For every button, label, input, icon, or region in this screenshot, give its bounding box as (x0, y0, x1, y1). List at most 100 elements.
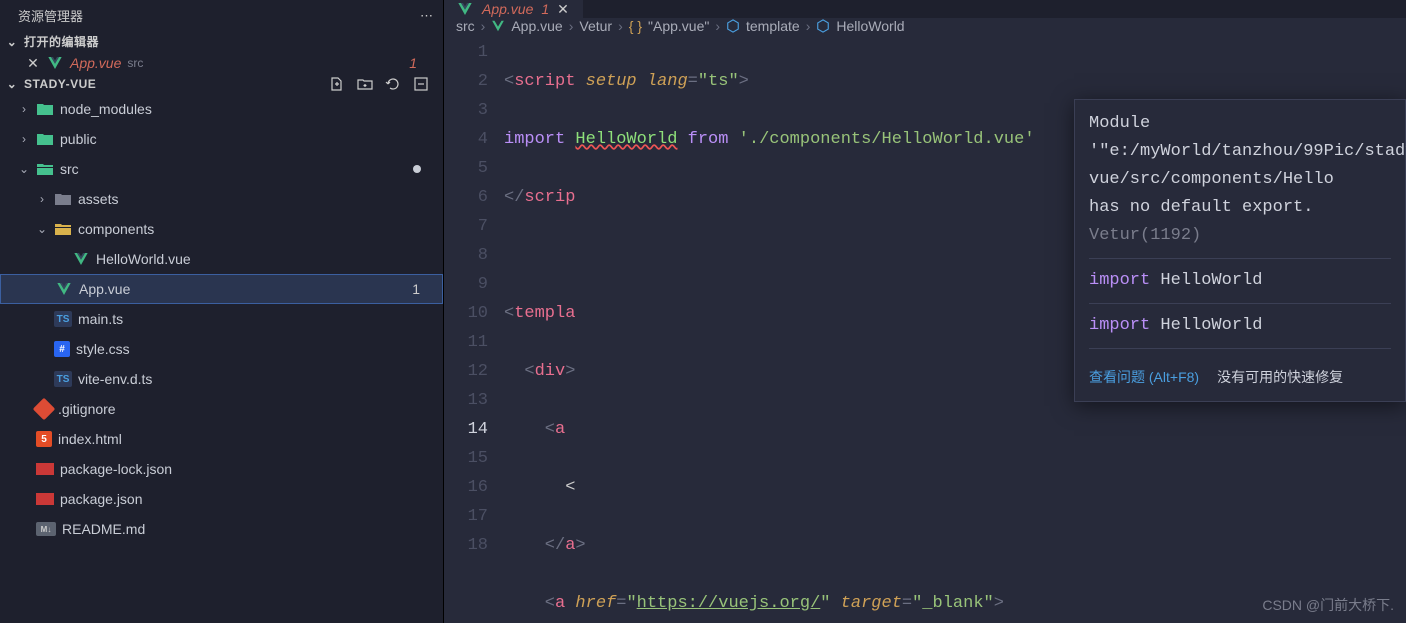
tree-gitignore[interactable]: ›.gitignore (0, 394, 443, 424)
vue-icon (456, 0, 474, 18)
tree-components[interactable]: ⌄components (0, 214, 443, 244)
open-editor-filename: App.vue (70, 55, 121, 71)
tree-label: HelloWorld.vue (96, 251, 191, 267)
project-actions (329, 76, 439, 92)
explorer-title: 资源管理器 (18, 6, 83, 25)
chevron-right-icon: › (18, 132, 30, 146)
chevron-right-icon: › (569, 18, 574, 34)
breadcrumb-seg[interactable]: Vetur (579, 18, 612, 34)
breadcrumb-seg[interactable]: src (456, 18, 475, 34)
tree-appvue[interactable]: ›App.vue1 (0, 274, 443, 304)
tab-appvue[interactable]: App.vue 1 ✕ (444, 0, 584, 18)
tab-filename: App.vue (482, 1, 533, 17)
close-icon[interactable]: ✕ (26, 55, 40, 72)
chevron-right-icon: › (36, 192, 48, 206)
folder-icon (54, 190, 72, 208)
suggestion-item[interactable]: import HelloWorld (1089, 312, 1391, 340)
chevron-right-icon: › (715, 18, 720, 34)
open-editor-dir: src (127, 56, 143, 70)
new-folder-icon[interactable] (357, 76, 373, 92)
separator (1089, 303, 1391, 304)
tree-readme[interactable]: ›M↓README.md (0, 514, 443, 544)
symbol-icon (816, 19, 830, 33)
error-message: has no default export. Vetur(1192) (1089, 194, 1391, 250)
error-message: Module '"e:/myWorld/tanzhou/99Pic/stady-… (1089, 110, 1391, 194)
vue-icon (46, 54, 64, 72)
tree-assets[interactable]: › assets (0, 184, 443, 214)
explorer-header: 资源管理器 ⋯ (0, 0, 443, 31)
tree-label: public (60, 131, 97, 147)
chevron-right-icon: › (806, 18, 811, 34)
tree-label: App.vue (79, 281, 130, 297)
hover-error-popup: Module '"e:/myWorld/tanzhou/99Pic/stady-… (1074, 99, 1406, 402)
tree-pkg[interactable]: ›package.json (0, 484, 443, 514)
new-file-icon[interactable] (329, 76, 345, 92)
vue-icon (72, 250, 90, 268)
tree-indexhtml[interactable]: ›5index.html (0, 424, 443, 454)
file-tree: › node_modules › public ⌄src › assets ⌄comp… (0, 94, 443, 544)
tree-stylecss[interactable]: ›#style.css (0, 334, 443, 364)
suggestion-item[interactable]: import HelloWorld (1089, 267, 1391, 295)
breadcrumb-seg[interactable]: { }"App.vue" (629, 18, 710, 34)
collapse-icon[interactable] (413, 76, 429, 92)
tree-label: index.html (58, 431, 122, 447)
chevron-down-icon: ⌄ (4, 35, 20, 49)
tree-src[interactable]: ⌄src (0, 154, 443, 184)
npm-icon (36, 463, 54, 475)
css-icon: # (54, 341, 70, 357)
close-icon[interactable]: ✕ (557, 1, 571, 18)
tree-label: .gitignore (58, 401, 116, 417)
watermark: CSDN @门前大桥下. (1262, 595, 1394, 615)
tree-helloworld[interactable]: ›HelloWorld.vue (0, 244, 443, 274)
separator (1089, 348, 1391, 349)
editor-tabs: App.vue 1 ✕ (444, 0, 1406, 18)
folder-icon (36, 130, 54, 148)
npm-icon (36, 493, 54, 505)
open-editors-header[interactable]: ⌄ 打开的编辑器 (0, 31, 443, 52)
tree-label: node_modules (60, 101, 152, 117)
tree-label: package-lock.json (60, 461, 172, 477)
typescript-icon: TS (54, 371, 72, 387)
explorer-sidebar: 资源管理器 ⋯ ⌄ 打开的编辑器 ✕ App.vue src 1 ⌄ STADY… (0, 0, 444, 623)
project-name: STADY-VUE (24, 77, 96, 91)
tab-badge: 1 (541, 1, 549, 17)
code-editor[interactable]: 123456789101112131415161718 <script setu… (444, 34, 1406, 623)
markdown-icon: M↓ (36, 522, 56, 536)
typescript-icon: TS (54, 311, 72, 327)
vue-icon (491, 19, 505, 33)
tree-public[interactable]: › public (0, 124, 443, 154)
breadcrumb-seg[interactable]: App.vue (491, 18, 562, 34)
chevron-right-icon: › (18, 102, 30, 116)
view-problem-link[interactable]: 查看问题 (Alt+F8) (1089, 363, 1199, 391)
folder-icon (36, 100, 54, 118)
chevron-right-icon: › (618, 18, 623, 34)
tree-viteenv[interactable]: ›TSvite-env.d.ts (0, 364, 443, 394)
tree-label: assets (78, 191, 118, 207)
more-icon[interactable]: ⋯ (420, 8, 433, 24)
separator (1089, 258, 1391, 259)
tree-label: vite-env.d.ts (78, 371, 152, 387)
tree-node-modules[interactable]: › node_modules (0, 94, 443, 124)
open-editor-item[interactable]: ✕ App.vue src 1 (0, 52, 443, 74)
open-editor-badge: 1 (409, 55, 439, 71)
line-numbers: 123456789101112131415161718 (444, 34, 504, 623)
braces-icon: { } (629, 18, 642, 34)
html-icon: 5 (36, 431, 52, 447)
git-icon (33, 398, 56, 421)
open-editors-label: 打开的编辑器 (24, 33, 99, 50)
no-quickfix-label: 没有可用的快速修复 (1217, 363, 1343, 391)
breadcrumb-seg[interactable]: HelloWorld (816, 18, 904, 34)
tree-label: main.ts (78, 311, 123, 327)
folder-icon (54, 220, 72, 238)
project-header[interactable]: ⌄ STADY-VUE (0, 74, 443, 94)
breadcrumb[interactable]: src › App.vue › Vetur › { }"App.vue" › t… (444, 18, 1406, 34)
problem-badge: 1 (412, 281, 420, 297)
editor-pane: App.vue 1 ✕ src › App.vue › Vetur › { }"… (444, 0, 1406, 623)
refresh-icon[interactable] (385, 76, 401, 92)
tree-maints[interactable]: ›TSmain.ts (0, 304, 443, 334)
chevron-right-icon: › (481, 18, 486, 34)
breadcrumb-seg[interactable]: template (726, 18, 800, 34)
tree-pkglock[interactable]: ›package-lock.json (0, 454, 443, 484)
tree-label: src (60, 161, 79, 177)
tree-label: package.json (60, 491, 143, 507)
